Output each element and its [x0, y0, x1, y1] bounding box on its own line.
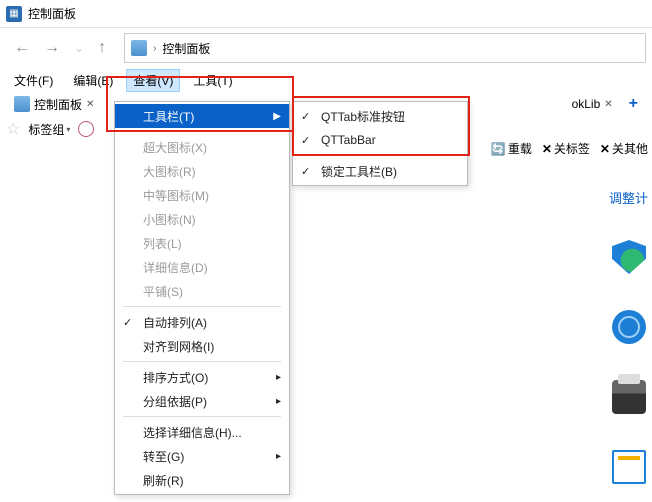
tab-label: okLib: [572, 97, 601, 111]
close-tab-label: 关标签: [554, 140, 590, 157]
chevron-down-icon: ▾: [66, 125, 70, 134]
location-icon: [131, 40, 147, 56]
menu-item-lock-toolbar[interactable]: ✓ 锁定工具栏(B): [293, 159, 467, 183]
menu-item-small-icons: 小图标(N): [115, 207, 289, 231]
history-icon[interactable]: [78, 121, 94, 137]
menu-item-toolbar[interactable]: 工具栏(T) ▶: [115, 104, 289, 128]
label: 排序方式(O): [143, 369, 208, 386]
tab-group-button[interactable]: 标签组 ▾: [28, 121, 70, 138]
tab-oklib[interactable]: okLib ✕: [566, 95, 619, 113]
menu-item-medium-icons: 中等图标(M): [115, 183, 289, 207]
adjust-link[interactable]: 调整计: [609, 188, 648, 207]
label: 自动排列(A): [143, 314, 207, 331]
chevron-right-icon: ▸: [276, 372, 281, 383]
chevron-right-icon: ›: [153, 43, 156, 54]
separator: [301, 155, 459, 156]
close-tab-button[interactable]: ✕关标签: [542, 140, 590, 157]
nav-arrows: ← → ⌄ ↑: [6, 39, 114, 57]
menu-item-tiles: 平铺(S): [115, 279, 289, 303]
star-icon[interactable]: ☆: [6, 119, 20, 139]
menu-item-group-by[interactable]: 分组依据(P) ▸: [115, 389, 289, 413]
programs-icon[interactable]: [612, 450, 646, 484]
new-tab-button[interactable]: +: [623, 95, 644, 113]
toolbar-submenu: ✓ QTTab标准按钮 ✓ QTTabBar ✓ 锁定工具栏(B): [292, 101, 468, 186]
menu-bar: 文件(F) 编辑(E) 查看(V) 工具(T): [0, 68, 652, 92]
close-icon: ✕: [542, 142, 552, 156]
nav-sep: ⌄: [74, 41, 84, 55]
close-icon: ✕: [600, 142, 610, 156]
chevron-right-icon: ▸: [276, 396, 281, 407]
breadcrumb-root[interactable]: 控制面板: [162, 40, 210, 57]
separator: [123, 416, 281, 417]
label: 分组依据(P): [143, 393, 207, 410]
menu-item-goto[interactable]: 转至(G) ▸: [115, 444, 289, 468]
menu-item-details: 详细信息(D): [115, 255, 289, 279]
separator: [123, 131, 281, 132]
label: 转至(G): [143, 448, 184, 465]
view-dropdown: 工具栏(T) ▶ 超大图标(X) 大图标(R) 中等图标(M) 小图标(N) 列表…: [114, 101, 290, 495]
up-icon[interactable]: ↑: [98, 39, 106, 57]
window-title: 控制面板: [28, 5, 76, 22]
label: 工具栏(T): [143, 108, 194, 125]
menu-edit[interactable]: 编辑(E): [67, 70, 119, 91]
menu-item-list: 列表(L): [115, 231, 289, 255]
menu-item-large-icons: 大图标(R): [115, 159, 289, 183]
menu-file[interactable]: 文件(F): [8, 70, 59, 91]
menu-item-auto-arrange[interactable]: ✓ 自动排列(A): [115, 310, 289, 334]
menu-item-sort-by[interactable]: 排序方式(O) ▸: [115, 365, 289, 389]
chevron-right-icon: ▸: [276, 451, 281, 462]
security-icon[interactable]: [612, 240, 646, 274]
close-others-label: 关其他: [612, 140, 648, 157]
reload-button[interactable]: 🔄 重载: [491, 140, 532, 157]
reload-label: 重载: [508, 140, 532, 157]
tab-icon: [14, 96, 30, 112]
category-icons: [612, 240, 646, 484]
check-icon: ✓: [123, 316, 132, 329]
menu-item-refresh[interactable]: 刷新(R): [115, 468, 289, 492]
menu-tools[interactable]: 工具(T): [187, 70, 238, 91]
tab-label: 控制面板: [34, 96, 82, 113]
nav-row: ← → ⌄ ↑ › 控制面板: [0, 28, 652, 68]
right-tools: 🔄 重载 ✕关标签 ✕关其他: [491, 140, 648, 157]
menu-item-align-grid[interactable]: 对齐到网格(I): [115, 334, 289, 358]
close-others-button[interactable]: ✕关其他: [600, 140, 648, 157]
check-icon: ✓: [301, 110, 310, 123]
network-icon[interactable]: [612, 310, 646, 344]
menu-item-qttabbar[interactable]: ✓ QTTabBar: [293, 128, 467, 152]
check-icon: ✓: [301, 134, 310, 147]
menu-item-qttab-standard[interactable]: ✓ QTTab标准按钮: [293, 104, 467, 128]
app-icon: ▦: [6, 6, 22, 22]
tab-control-panel[interactable]: 控制面板 ✕: [8, 94, 100, 115]
menu-item-choose-details[interactable]: 选择详细信息(H)...: [115, 420, 289, 444]
separator: [123, 361, 281, 362]
label: QTTabBar: [321, 133, 376, 147]
menu-item-xl-icons: 超大图标(X): [115, 135, 289, 159]
menu-view[interactable]: 查看(V): [127, 70, 179, 91]
label: 锁定工具栏(B): [321, 163, 397, 180]
label: QTTab标准按钮: [321, 108, 405, 125]
chevron-right-icon: ▶: [273, 111, 281, 122]
title-bar: ▦ 控制面板: [0, 0, 652, 28]
close-icon[interactable]: ✕: [86, 99, 94, 110]
tab-group-label: 标签组: [28, 121, 64, 138]
back-icon[interactable]: ←: [14, 39, 30, 57]
separator: [123, 306, 281, 307]
check-icon: ✓: [301, 165, 310, 178]
close-icon[interactable]: ✕: [604, 99, 612, 110]
devices-printers-icon[interactable]: [612, 380, 646, 414]
forward-icon[interactable]: →: [44, 39, 60, 57]
address-bar[interactable]: › 控制面板: [124, 33, 646, 63]
